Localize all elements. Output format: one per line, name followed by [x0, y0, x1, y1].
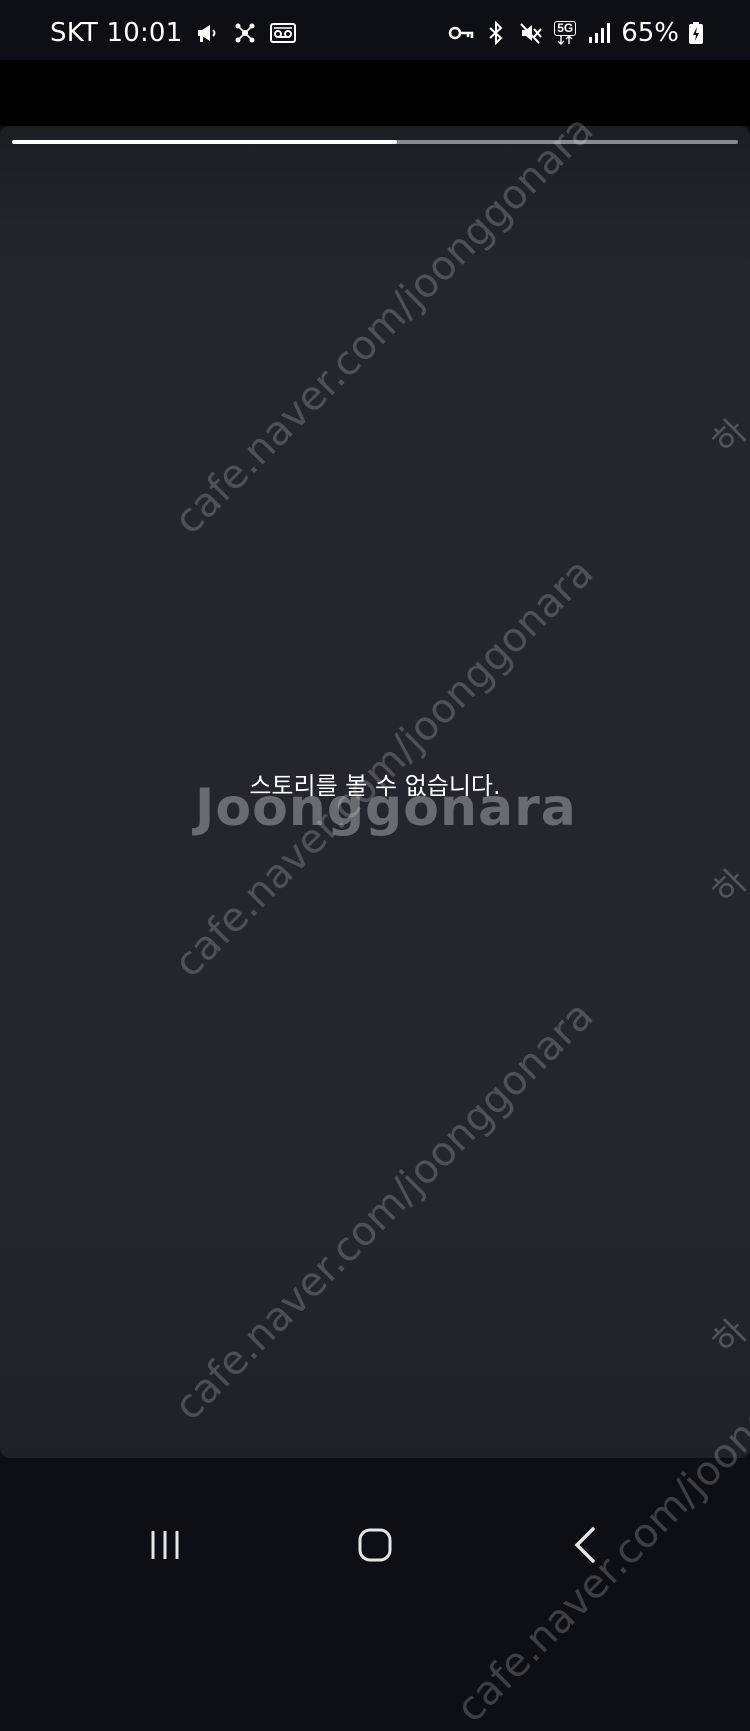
- navigation-bar: [0, 1458, 750, 1625]
- vpn-key-icon: [448, 20, 474, 46]
- network-badge: 5G: [554, 21, 577, 36]
- bluetooth-icon: [483, 20, 509, 46]
- network-nodes-icon: [232, 20, 258, 46]
- home-button[interactable]: [340, 1520, 410, 1570]
- story-viewer[interactable]: 스토리를 볼 수 없습니다.: [0, 126, 750, 1458]
- signal-icon: [586, 20, 612, 46]
- battery-percentage: 65%: [621, 18, 679, 48]
- mute-icon: [518, 20, 544, 46]
- back-icon: [574, 1527, 595, 1563]
- story-progress-track: [12, 140, 738, 144]
- battery-charging-icon: [688, 20, 704, 46]
- voicemail-icon: [270, 20, 297, 46]
- status-bar: SKT 10:01 5G 65%: [0, 0, 750, 60]
- status-left: SKT 10:01: [50, 18, 297, 48]
- megaphone-icon: [194, 20, 220, 46]
- home-icon: [358, 1528, 392, 1562]
- story-unavailable-message: 스토리를 볼 수 없습니다.: [249, 772, 501, 800]
- top-band: [0, 60, 750, 126]
- recent-apps-button[interactable]: [130, 1520, 200, 1570]
- status-right: 5G 65%: [448, 18, 704, 48]
- 5g-icon: 5G: [553, 20, 577, 46]
- back-button[interactable]: [550, 1520, 620, 1570]
- story-progress-fill: [12, 140, 397, 144]
- recent-apps-icon: [151, 1531, 179, 1559]
- carrier-time: SKT 10:01: [50, 18, 183, 48]
